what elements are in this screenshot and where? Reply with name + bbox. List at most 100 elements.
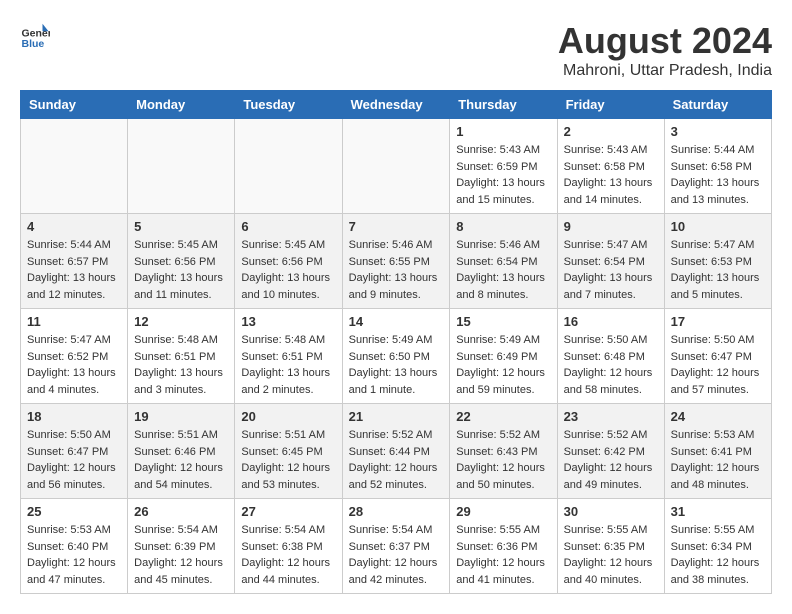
day-info: Sunrise: 5:54 AMSunset: 6:39 PMDaylight:… xyxy=(134,522,228,588)
day-number: 16 xyxy=(564,314,658,329)
day-number: 20 xyxy=(241,409,335,424)
calendar-cell-w2-d6: 9 Sunrise: 5:47 AMSunset: 6:54 PMDaylight… xyxy=(557,214,664,309)
day-number: 23 xyxy=(564,409,658,424)
calendar-cell-w1-d7: 3 Sunrise: 5:44 AMSunset: 6:58 PMDaylight… xyxy=(664,119,771,214)
day-number: 17 xyxy=(671,314,765,329)
day-number: 26 xyxy=(134,504,228,519)
day-number: 18 xyxy=(27,409,121,424)
calendar-cell-w1-d3 xyxy=(235,119,342,214)
day-number: 7 xyxy=(349,219,444,234)
day-info: Sunrise: 5:45 AMSunset: 6:56 PMDaylight:… xyxy=(134,237,228,303)
day-number: 25 xyxy=(27,504,121,519)
calendar-cell-w4-d6: 23 Sunrise: 5:52 AMSunset: 6:42 PMDayligh… xyxy=(557,404,664,499)
calendar-cell-w5-d5: 29Sunrise: 5:55 AMSunset: 6:36 PMDayligh… xyxy=(450,499,557,594)
calendar-cell-w2-d4: 7 Sunrise: 5:46 AMSunset: 6:55 PMDaylight… xyxy=(342,214,450,309)
day-info: Sunrise: 5:54 AMSunset: 6:37 PMDaylight:… xyxy=(349,522,444,588)
subtitle: Mahroni, Uttar Pradesh, India xyxy=(558,62,772,80)
calendar-cell-w5-d2: 26 Sunrise: 5:54 AMSunset: 6:39 PMDayligh… xyxy=(128,499,235,594)
col-thursday: Thursday xyxy=(450,91,557,119)
day-info: Sunrise: 5:51 AMSunset: 6:45 PMDaylight:… xyxy=(241,427,335,493)
col-friday: Friday xyxy=(557,91,664,119)
calendar-cell-w5-d6: 30 Sunrise: 5:55 AMSunset: 6:35 PMDayligh… xyxy=(557,499,664,594)
day-number: 4 xyxy=(27,219,121,234)
calendar-cell-w1-d2 xyxy=(128,119,235,214)
day-info: Sunrise: 5:53 AMSunset: 6:40 PMDaylight:… xyxy=(27,522,121,588)
day-number: 1 xyxy=(456,124,550,139)
calendar-cell-w1-d1 xyxy=(21,119,128,214)
day-number: 31 xyxy=(671,504,765,519)
svg-text:Blue: Blue xyxy=(22,38,45,50)
calendar-cell-w4-d7: 24 Sunrise: 5:53 AMSunset: 6:41 PMDayligh… xyxy=(664,404,771,499)
calendar-cell-w1-d5: 1 Sunrise: 5:43 AMSunset: 6:59 PMDaylight… xyxy=(450,119,557,214)
day-number: 14 xyxy=(349,314,444,329)
calendar-week-5: 25 Sunrise: 5:53 AMSunset: 6:40 PMDayligh… xyxy=(21,499,772,594)
calendar-cell-w2-d7: 10 Sunrise: 5:47 AMSunset: 6:53 PMDayligh… xyxy=(664,214,771,309)
calendar-cell-w2-d3: 6Sunrise: 5:45 AMSunset: 6:56 PMDaylight… xyxy=(235,214,342,309)
title-area: August 2024 Mahroni, Uttar Pradesh, Indi… xyxy=(558,20,772,80)
calendar-cell-w4-d4: 21 Sunrise: 5:52 AMSunset: 6:44 PMDayligh… xyxy=(342,404,450,499)
day-number: 6 xyxy=(241,219,335,234)
calendar-cell-w2-d5: 8Sunrise: 5:46 AMSunset: 6:54 PMDaylight… xyxy=(450,214,557,309)
day-info: Sunrise: 5:50 AMSunset: 6:48 PMDaylight:… xyxy=(564,332,658,398)
day-info: Sunrise: 5:43 AMSunset: 6:58 PMDaylight:… xyxy=(564,142,658,208)
day-number: 11 xyxy=(27,314,121,329)
day-number: 3 xyxy=(671,124,765,139)
col-wednesday: Wednesday xyxy=(342,91,450,119)
calendar-cell-w4-d2: 19Sunrise: 5:51 AMSunset: 6:46 PMDayligh… xyxy=(128,404,235,499)
col-saturday: Saturday xyxy=(664,91,771,119)
calendar-cell-w5-d3: 27 Sunrise: 5:54 AMSunset: 6:38 PMDayligh… xyxy=(235,499,342,594)
day-info: Sunrise: 5:46 AMSunset: 6:54 PMDaylight:… xyxy=(456,237,550,303)
day-number: 24 xyxy=(671,409,765,424)
day-info: Sunrise: 5:52 AMSunset: 6:44 PMDaylight:… xyxy=(349,427,444,493)
day-info: Sunrise: 5:53 AMSunset: 6:41 PMDaylight:… xyxy=(671,427,765,493)
day-number: 9 xyxy=(564,219,658,234)
col-sunday: Sunday xyxy=(21,91,128,119)
day-number: 5 xyxy=(134,219,228,234)
calendar-cell-w3-d3: 13Sunrise: 5:48 AMSunset: 6:51 PMDayligh… xyxy=(235,309,342,404)
day-number: 28 xyxy=(349,504,444,519)
calendar-cell-w4-d3: 20 Sunrise: 5:51 AMSunset: 6:45 PMDayligh… xyxy=(235,404,342,499)
day-info: Sunrise: 5:47 AMSunset: 6:53 PMDaylight:… xyxy=(671,237,765,303)
logo-icon: General Blue xyxy=(20,20,50,50)
day-info: Sunrise: 5:52 AMSunset: 6:42 PMDaylight:… xyxy=(564,427,658,493)
calendar-cell-w3-d5: 15 Sunrise: 5:49 AMSunset: 6:49 PMDayligh… xyxy=(450,309,557,404)
day-number: 27 xyxy=(241,504,335,519)
calendar-cell-w3-d6: 16 Sunrise: 5:50 AMSunset: 6:48 PMDayligh… xyxy=(557,309,664,404)
logo: General Blue xyxy=(20,20,50,50)
calendar-header-row: Sunday Monday Tuesday Wednesday Thursday… xyxy=(21,91,772,119)
day-info: Sunrise: 5:49 AMSunset: 6:49 PMDaylight:… xyxy=(456,332,550,398)
calendar-week-2: 4Sunrise: 5:44 AMSunset: 6:57 PMDaylight… xyxy=(21,214,772,309)
day-info: Sunrise: 5:47 AMSunset: 6:52 PMDaylight:… xyxy=(27,332,121,398)
calendar-week-3: 11 Sunrise: 5:47 AMSunset: 6:52 PMDayligh… xyxy=(21,309,772,404)
day-number: 21 xyxy=(349,409,444,424)
day-info: Sunrise: 5:54 AMSunset: 6:38 PMDaylight:… xyxy=(241,522,335,588)
calendar-cell-w4-d5: 22Sunrise: 5:52 AMSunset: 6:43 PMDayligh… xyxy=(450,404,557,499)
day-info: Sunrise: 5:43 AMSunset: 6:59 PMDaylight:… xyxy=(456,142,550,208)
calendar-cell-w3-d2: 12Sunrise: 5:48 AMSunset: 6:51 PMDayligh… xyxy=(128,309,235,404)
day-info: Sunrise: 5:44 AMSunset: 6:58 PMDaylight:… xyxy=(671,142,765,208)
calendar-week-4: 18 Sunrise: 5:50 AMSunset: 6:47 PMDayligh… xyxy=(21,404,772,499)
day-info: Sunrise: 5:50 AMSunset: 6:47 PMDaylight:… xyxy=(671,332,765,398)
calendar-cell-w5-d7: 31 Sunrise: 5:55 AMSunset: 6:34 PMDayligh… xyxy=(664,499,771,594)
day-number: 22 xyxy=(456,409,550,424)
day-number: 2 xyxy=(564,124,658,139)
day-info: Sunrise: 5:48 AMSunset: 6:51 PMDaylight:… xyxy=(134,332,228,398)
day-number: 29 xyxy=(456,504,550,519)
day-number: 19 xyxy=(134,409,228,424)
main-title: August 2024 xyxy=(558,20,772,62)
day-info: Sunrise: 5:55 AMSunset: 6:34 PMDaylight:… xyxy=(671,522,765,588)
header: General Blue August 2024 Mahroni, Uttar … xyxy=(20,20,772,80)
day-info: Sunrise: 5:55 AMSunset: 6:35 PMDaylight:… xyxy=(564,522,658,588)
day-info: Sunrise: 5:46 AMSunset: 6:55 PMDaylight:… xyxy=(349,237,444,303)
calendar-cell-w1-d4 xyxy=(342,119,450,214)
day-info: Sunrise: 5:50 AMSunset: 6:47 PMDaylight:… xyxy=(27,427,121,493)
day-number: 15 xyxy=(456,314,550,329)
calendar-cell-w1-d6: 2 Sunrise: 5:43 AMSunset: 6:58 PMDaylight… xyxy=(557,119,664,214)
col-tuesday: Tuesday xyxy=(235,91,342,119)
day-number: 10 xyxy=(671,219,765,234)
day-info: Sunrise: 5:47 AMSunset: 6:54 PMDaylight:… xyxy=(564,237,658,303)
calendar-cell-w3-d4: 14 Sunrise: 5:49 AMSunset: 6:50 PMDayligh… xyxy=(342,309,450,404)
calendar-cell-w2-d1: 4Sunrise: 5:44 AMSunset: 6:57 PMDaylight… xyxy=(21,214,128,309)
day-number: 30 xyxy=(564,504,658,519)
day-info: Sunrise: 5:49 AMSunset: 6:50 PMDaylight:… xyxy=(349,332,444,398)
